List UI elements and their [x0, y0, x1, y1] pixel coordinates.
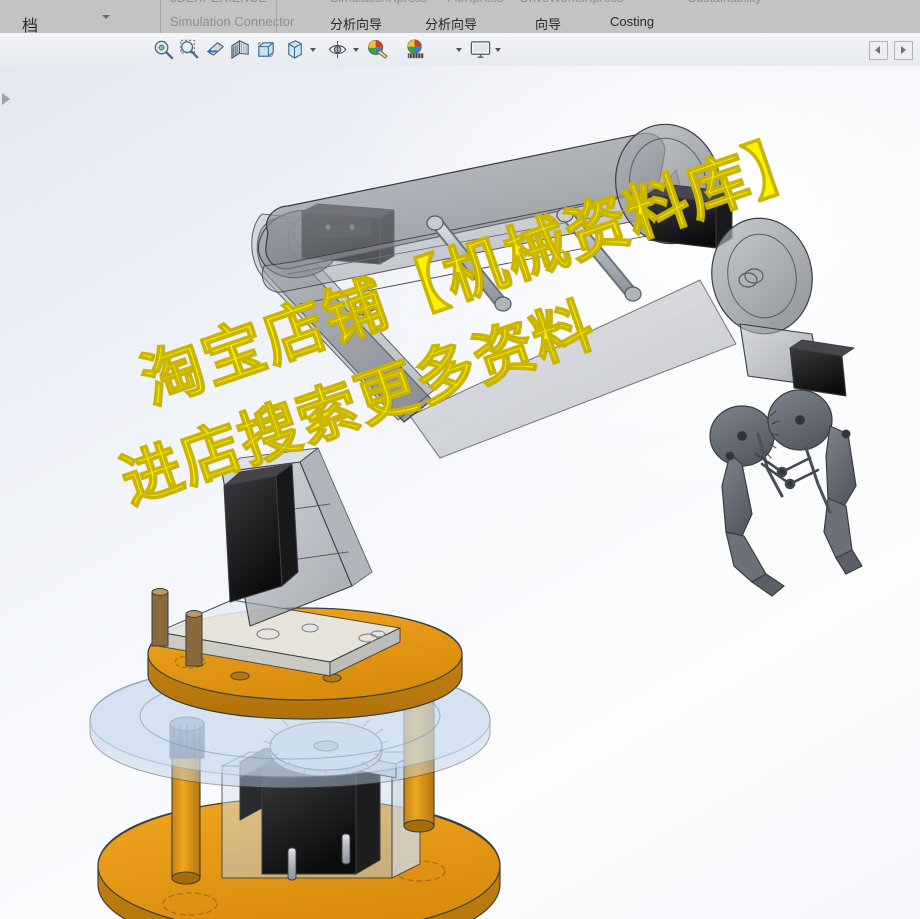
servo-motor-shoulder — [223, 463, 299, 603]
graphics-viewport[interactable]: 淘宝店铺【机械资料库】 进店搜索更多资料 — [0, 66, 920, 919]
ribbon-tab-sustainability[interactable]: Sustainability — [688, 0, 762, 5]
ribbon-tab-3dexperience[interactable]: 3DEXPERIENCE — [170, 0, 267, 5]
viewport-icon[interactable] — [469, 38, 492, 61]
document-mode-label[interactable]: 档 — [22, 12, 38, 33]
view-orientation-icon[interactable] — [255, 38, 278, 61]
robot-arm-model — [89, 123, 863, 919]
chevron-down-icon[interactable] — [102, 15, 110, 19]
ribbon-toolbar: 3DEXPERIENCE SimulationXpress FloXpress … — [0, 0, 920, 34]
ribbon-divider — [276, 0, 277, 33]
edit-appearance-icon[interactable] — [404, 38, 427, 61]
driveworks-wizard-button[interactable]: 向导 — [535, 14, 561, 33]
chevron-down-icon[interactable] — [495, 48, 501, 52]
chevron-down-icon[interactable] — [456, 48, 462, 52]
ribbon-divider — [160, 0, 161, 33]
chevron-down-icon[interactable] — [310, 48, 316, 52]
simulation-wizard-button[interactable]: 分析向导 — [330, 14, 382, 33]
scroll-right-button[interactable] — [894, 41, 913, 60]
view-toolbar — [0, 33, 920, 67]
ribbon-tab-floxpress[interactable]: FloXpress — [447, 0, 503, 5]
gripper-assembly — [709, 323, 863, 597]
zoom-to-fit-icon[interactable] — [152, 38, 175, 61]
scroll-left-button[interactable] — [869, 41, 888, 60]
apply-scene-icon[interactable] — [366, 38, 389, 61]
flow-wizard-button[interactable]: 分析向导 — [425, 14, 477, 33]
chevron-down-icon[interactable] — [353, 48, 359, 52]
gripper-linkage — [754, 452, 820, 490]
display-style-icon[interactable] — [283, 38, 306, 61]
rotate-view-icon[interactable] — [204, 38, 227, 61]
costing-button[interactable]: Costing — [610, 14, 654, 29]
zoom-to-area-icon[interactable] — [178, 38, 201, 61]
ribbon-tab-driveworksxpress[interactable]: DriveWorksXpress — [520, 0, 623, 5]
section-view-icon[interactable] — [229, 38, 252, 61]
ribbon-bottom-labels: 档 Simulation Connector 分析向导 分析向导 向导 Cost… — [0, 9, 920, 33]
ribbon-top-labels: 3DEXPERIENCE SimulationXpress FloXpress … — [0, 0, 920, 9]
solidworks-window: 3DEXPERIENCE SimulationXpress FloXpress … — [0, 0, 920, 919]
hide-show-items-icon[interactable] — [327, 38, 350, 61]
ribbon-tab-simulationxpress[interactable]: SimulationXpress — [330, 0, 427, 5]
gripper-jaw-right — [804, 425, 863, 575]
